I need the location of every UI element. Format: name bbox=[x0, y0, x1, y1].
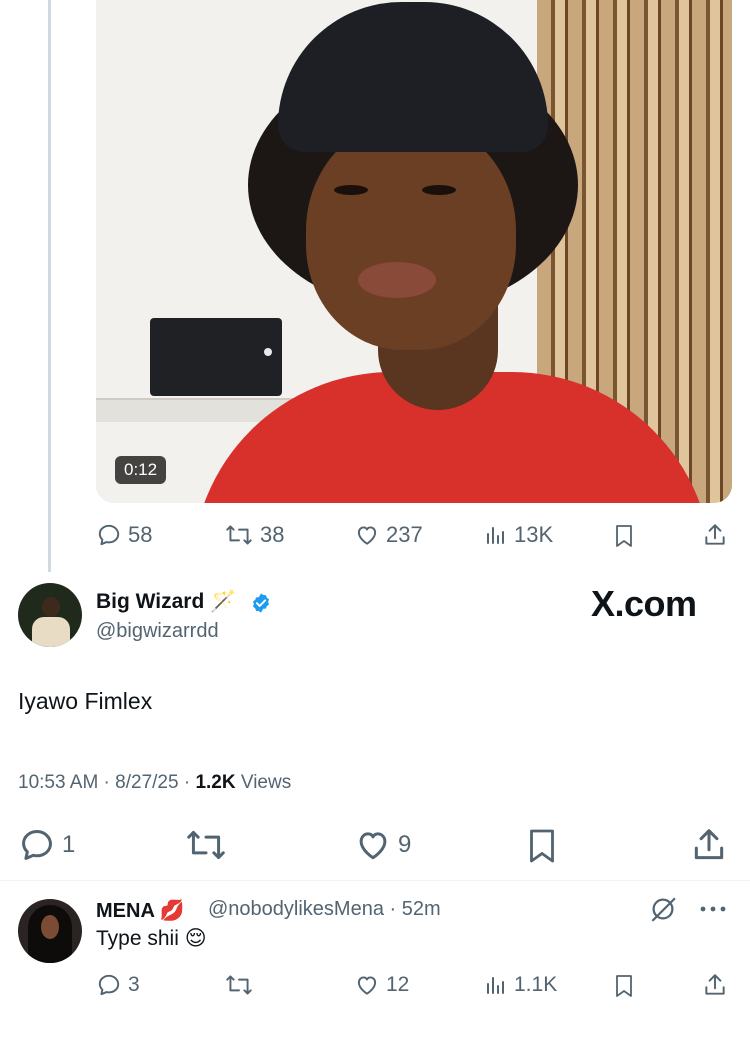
reply-text: Type shii 😌 bbox=[96, 927, 207, 950]
avatar-figure-face bbox=[41, 915, 59, 939]
reply-repost-button[interactable] bbox=[224, 972, 254, 998]
reply-bookmark-button[interactable] bbox=[612, 972, 636, 1000]
divider bbox=[0, 880, 750, 881]
main-reply-count: 1 bbox=[62, 831, 76, 858]
repost-icon bbox=[226, 975, 252, 995]
bookmark-button[interactable] bbox=[612, 522, 636, 550]
repost-icon bbox=[187, 830, 225, 860]
share-icon bbox=[694, 829, 724, 860]
more-icon[interactable] bbox=[698, 902, 728, 916]
tweet-views-count: 1.2K bbox=[195, 772, 236, 793]
verified-icon bbox=[253, 593, 269, 613]
share-icon bbox=[705, 524, 725, 545]
reply-icon bbox=[22, 830, 52, 860]
views-icon bbox=[487, 977, 504, 994]
main-like-count: 9 bbox=[398, 831, 412, 858]
like-icon bbox=[357, 526, 377, 545]
reply-count: 58 bbox=[128, 522, 153, 547]
thread-connector bbox=[48, 0, 51, 572]
video-person-eye bbox=[334, 185, 368, 195]
avatar-figure-body bbox=[32, 617, 70, 647]
grok-icon[interactable] bbox=[648, 894, 678, 924]
repost-button[interactable]: 38 bbox=[224, 522, 284, 548]
reply-author-handle[interactable]: @nobodylikesMena · 52m bbox=[208, 898, 441, 921]
video-person-face bbox=[306, 120, 516, 350]
bookmark-icon bbox=[616, 525, 632, 547]
video-person-lips bbox=[358, 262, 436, 298]
like-icon bbox=[357, 976, 377, 995]
author-name[interactable]: Big Wizard 🪄 bbox=[96, 590, 236, 614]
views-count: 13K bbox=[514, 522, 554, 547]
like-button[interactable]: 237 bbox=[354, 522, 423, 548]
video-person-eye bbox=[422, 185, 456, 195]
video-background-device bbox=[150, 318, 282, 396]
reply-button[interactable]: 58 bbox=[96, 522, 152, 548]
tweet-meta: 10:53 AM · 8/27/25 · 1.2K Views bbox=[18, 772, 291, 794]
tweet-timestamp[interactable]: 10:53 AM · 8/27/25 · bbox=[18, 772, 195, 793]
views-button[interactable]: 13K bbox=[484, 522, 553, 548]
views-icon bbox=[487, 527, 504, 544]
reply-icon bbox=[98, 974, 120, 996]
video-duration-badge: 0:12 bbox=[115, 456, 167, 484]
reply-author-name[interactable]: MENA 💋 bbox=[96, 898, 185, 923]
reply-views-button[interactable]: 1.1K bbox=[484, 972, 557, 998]
reply-share-button[interactable] bbox=[702, 972, 728, 998]
reply-like-count: 12 bbox=[386, 973, 410, 996]
author-avatar[interactable] bbox=[18, 583, 82, 647]
reply-reply-count: 3 bbox=[128, 973, 140, 996]
like-icon bbox=[359, 832, 387, 860]
main-bookmark-button[interactable] bbox=[524, 826, 560, 866]
reply-icon bbox=[98, 524, 120, 546]
main-reply-button[interactable]: 1 bbox=[18, 826, 75, 864]
bookmark-icon bbox=[530, 829, 554, 863]
video-player[interactable]: 0:12 bbox=[96, 0, 732, 503]
main-share-button[interactable] bbox=[690, 826, 728, 864]
share-button[interactable] bbox=[702, 522, 728, 548]
reply-views-count: 1.1K bbox=[514, 973, 558, 996]
bookmark-icon bbox=[616, 975, 632, 997]
main-like-button[interactable]: 9 bbox=[354, 826, 411, 864]
tweet-text: Iyawo Fimlex bbox=[18, 688, 153, 714]
tweet-views-label: Views bbox=[235, 772, 292, 793]
avatar-figure-head bbox=[42, 597, 60, 617]
author-handle[interactable]: @bigwizarrdd bbox=[96, 620, 219, 643]
like-count: 237 bbox=[386, 522, 423, 547]
repost-icon bbox=[226, 525, 252, 545]
main-repost-button[interactable] bbox=[184, 826, 228, 864]
repost-count: 38 bbox=[260, 522, 285, 547]
reply-reply-button[interactable]: 3 bbox=[96, 972, 140, 998]
reply-author-avatar[interactable] bbox=[18, 899, 82, 963]
share-icon bbox=[705, 974, 725, 995]
x-watermark: X.com bbox=[591, 583, 697, 624]
reply-like-button[interactable]: 12 bbox=[354, 972, 409, 998]
